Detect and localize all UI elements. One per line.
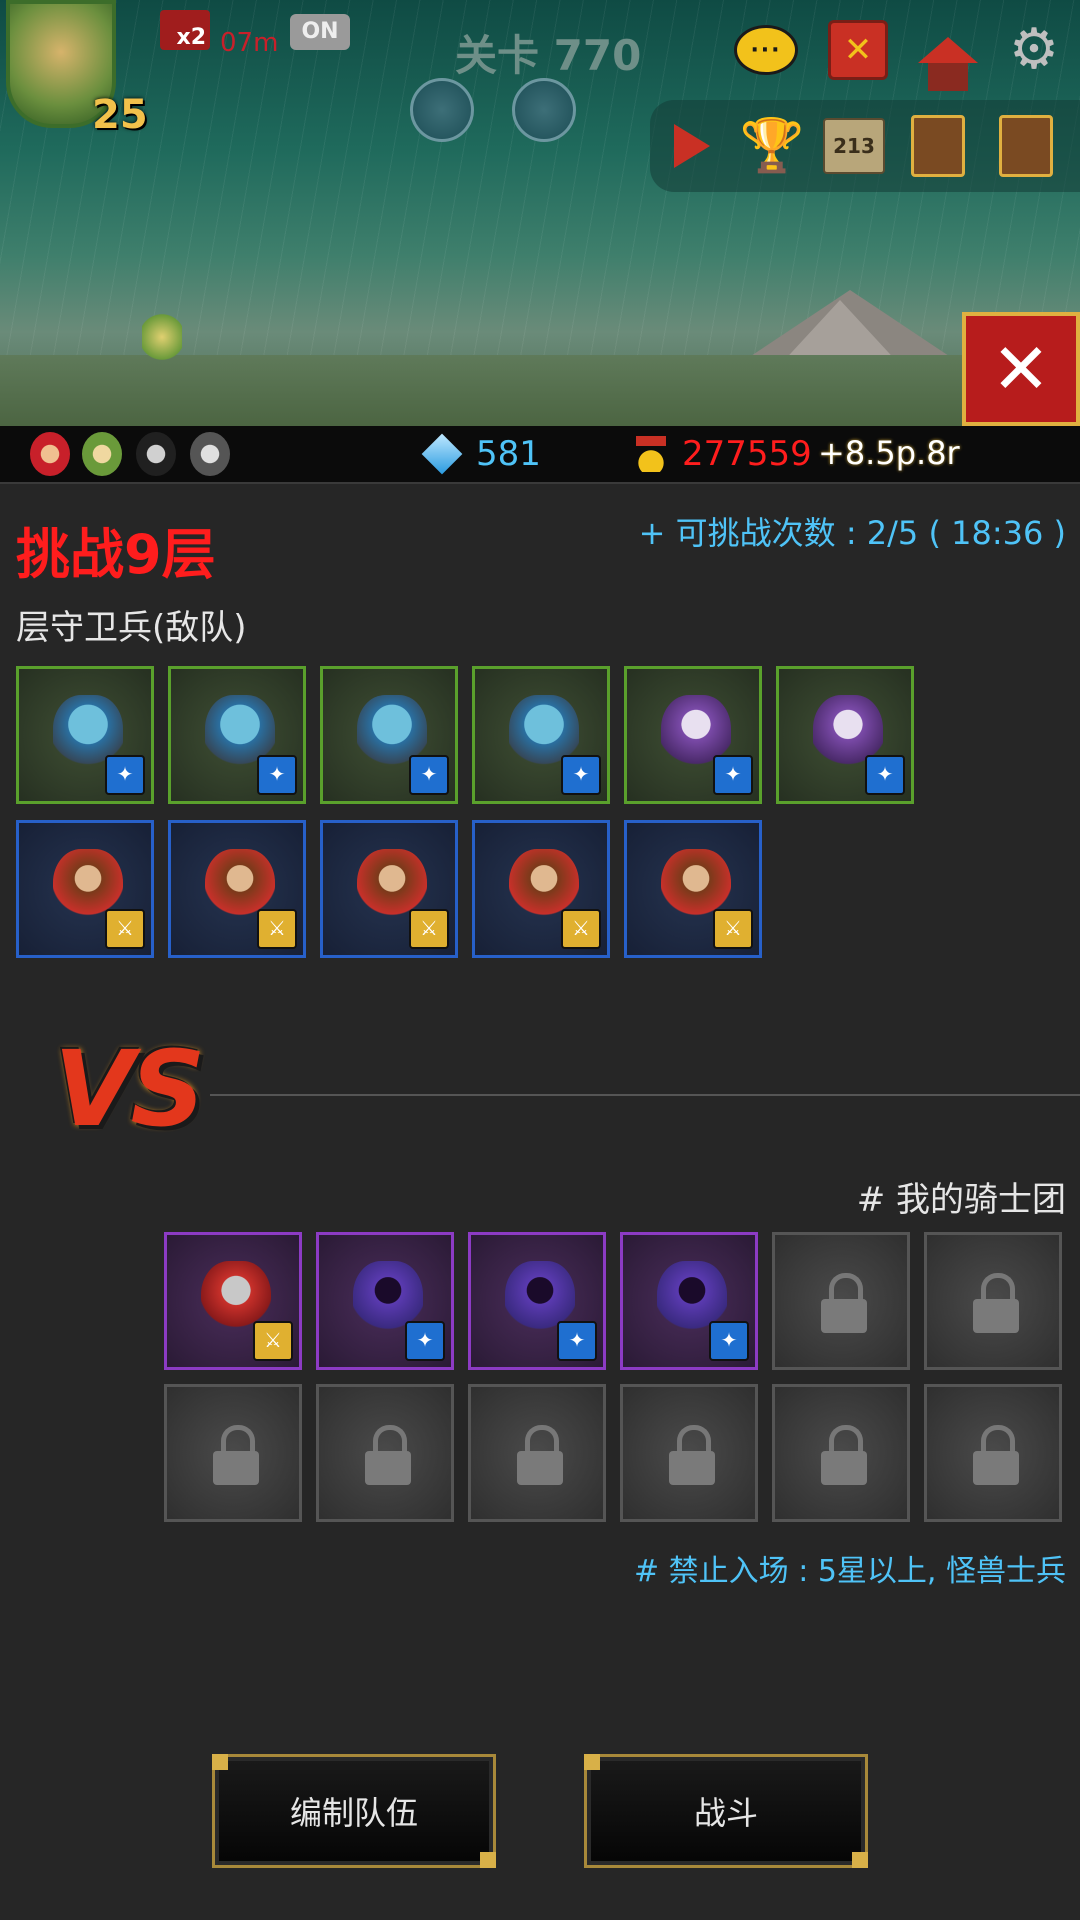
sword-class-icon: ⚔ — [257, 909, 297, 949]
mage-class-icon: ✦ — [561, 755, 601, 795]
lock-icon — [363, 1425, 413, 1485]
house-icon[interactable] — [916, 18, 980, 91]
boost-timer: 07m — [220, 28, 279, 58]
fairy-character — [142, 312, 182, 362]
gold-medal-icon — [636, 436, 666, 472]
edit-team-button[interactable]: 编制队伍 — [212, 1754, 496, 1868]
enemy-unit-card[interactable]: ⚔ — [16, 820, 154, 958]
vs-divider — [210, 1094, 1080, 1096]
my-unit-card[interactable]: ✦ — [316, 1232, 454, 1370]
mage-class-icon: ✦ — [257, 755, 297, 795]
hills — [0, 355, 1080, 426]
battle-button[interactable]: 战斗 — [584, 1754, 868, 1868]
sword-class-icon: ⚔ — [105, 909, 145, 949]
sword-class-icon: ⚔ — [253, 1321, 293, 1361]
mage-class-icon: ✦ — [105, 755, 145, 795]
locked-slot[interactable] — [924, 1384, 1062, 1522]
mage-class-icon: ✦ — [405, 1321, 445, 1361]
enemy-unit-card[interactable]: ⚔ — [624, 820, 762, 958]
enemy-unit-card[interactable]: ✦ — [320, 666, 458, 804]
mage-class-icon: ✦ — [557, 1321, 597, 1361]
lock-icon — [819, 1273, 869, 1333]
income-rate: +8.5p.8r — [818, 434, 960, 472]
lock-icon — [971, 1425, 1021, 1485]
sword-class-icon: ⚔ — [561, 909, 601, 949]
attempts-counter[interactable]: + 可挑战次数 : 2/5 ( 18:36 ) — [639, 508, 1066, 554]
lock-icon — [667, 1425, 717, 1485]
enemy-team-label: 层守卫兵(敌队) — [16, 608, 247, 648]
mage-class-icon: ✦ — [713, 755, 753, 795]
team-member-icon[interactable] — [82, 432, 122, 476]
gold-count: 277559 — [682, 434, 812, 474]
mage-class-icon: ✦ — [709, 1321, 749, 1361]
play-icon[interactable] — [660, 112, 724, 180]
locked-slot[interactable] — [924, 1232, 1062, 1370]
mage-class-icon: ✦ — [865, 755, 905, 795]
close-button[interactable]: ✕ — [962, 312, 1080, 426]
enemy-unit-card[interactable]: ⚔ — [320, 820, 458, 958]
vs-emblem: VS — [54, 1028, 205, 1150]
team-member-icon[interactable] — [30, 432, 70, 476]
locked-slot[interactable] — [772, 1232, 910, 1370]
entry-restriction: # 禁止入场 : 5星以上, 怪兽士兵 — [633, 1554, 1066, 1589]
auto-toggle[interactable]: ON — [290, 14, 350, 50]
my-unit-card[interactable]: ✦ — [620, 1232, 758, 1370]
enemy-unit-card[interactable]: ✦ — [168, 666, 306, 804]
locked-slot[interactable] — [620, 1384, 758, 1522]
challenge-title: 挑战9层 — [16, 523, 216, 586]
gift-icon[interactable]: ✕ — [826, 18, 890, 82]
sword-class-icon: ⚔ — [409, 909, 449, 949]
enemy-unit-card[interactable]: ✦ — [16, 666, 154, 804]
hero-level: 25 — [92, 92, 148, 138]
skill-slot-icon[interactable] — [410, 78, 474, 142]
lock-icon — [819, 1425, 869, 1485]
quest-book-icon[interactable] — [994, 112, 1058, 180]
enemy-unit-card[interactable]: ✦ — [776, 666, 914, 804]
locked-slot[interactable] — [772, 1384, 910, 1522]
lock-icon — [515, 1425, 565, 1485]
chat-icon[interactable]: ··· — [734, 18, 798, 82]
locked-slot[interactable] — [316, 1384, 454, 1522]
ranking-icon[interactable]: 213 — [822, 112, 886, 180]
trophy-icon[interactable]: 🏆 — [740, 112, 805, 180]
lock-icon — [971, 1273, 1021, 1333]
knight-book-icon[interactable] — [906, 112, 970, 180]
mage-class-icon: ✦ — [409, 755, 449, 795]
enemy-unit-card[interactable]: ⚔ — [472, 820, 610, 958]
my-unit-card[interactable]: ⚔ — [164, 1232, 302, 1370]
game-scene: 25 x2 07m ON 关卡 770 ··· ✕ ⚙ 🏆 213 ✕ — [0, 0, 1080, 426]
locked-slot[interactable] — [164, 1384, 302, 1522]
speed-boost-icon[interactable]: x2 — [160, 10, 210, 50]
gem-count: 581 — [476, 434, 541, 474]
enemy-unit-card[interactable]: ⚔ — [168, 820, 306, 958]
my-team-label: # 我的骑士团 — [856, 1180, 1066, 1220]
gear-icon[interactable]: ⚙ — [1002, 18, 1066, 82]
enemy-unit-card[interactable]: ✦ — [624, 666, 762, 804]
team-member-icon[interactable] — [136, 432, 176, 476]
skill-slot-icon[interactable] — [512, 78, 576, 142]
sword-class-icon: ⚔ — [713, 909, 753, 949]
team-member-icon[interactable] — [190, 432, 230, 476]
my-unit-card[interactable]: ✦ — [468, 1232, 606, 1370]
locked-slot[interactable] — [468, 1384, 606, 1522]
enemy-unit-card[interactable]: ✦ — [472, 666, 610, 804]
lock-icon — [211, 1425, 261, 1485]
stage-title: 关卡 770 — [455, 31, 642, 80]
